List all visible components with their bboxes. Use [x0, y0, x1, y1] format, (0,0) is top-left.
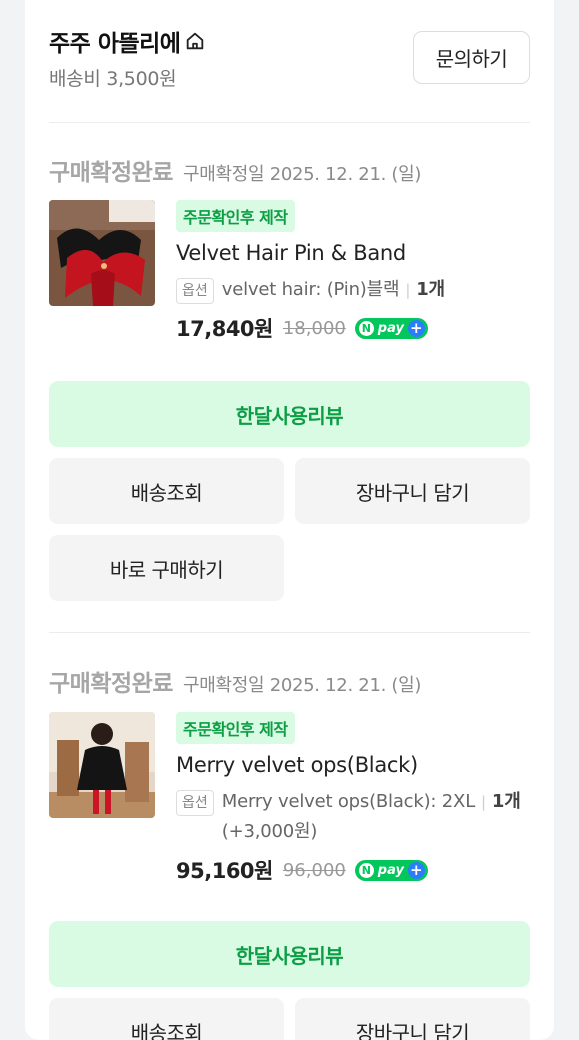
option-text: Merry velvet ops(Black): 2XL | 1개 (+3,000원): [222, 787, 530, 847]
order-item: 구매확정완료 구매확정일 2025. 12. 21. (일) 주문확인후 제작 …: [49, 664, 530, 1040]
order-item: 구매확정완료 구매확정일 2025. 12. 21. (일) 주문확인후 제작 …: [49, 153, 530, 608]
original-price: 96,000: [282, 859, 346, 881]
product-name[interactable]: Velvet Hair Pin & Band: [176, 241, 530, 265]
shipping-fee: 배송비 3,500원: [49, 68, 177, 90]
npay-n-icon: N: [358, 862, 374, 878]
made-to-order-badge: 주문확인후 제작: [176, 200, 295, 232]
option-tag: 옵션: [176, 790, 214, 816]
status-line: 구매확정완료 구매확정일 2025. 12. 21. (일): [49, 664, 421, 698]
confirm-date: 구매확정일 2025. 12. 21. (일): [182, 164, 422, 185]
option-extra-price: (+3,000원): [221, 821, 318, 842]
delivery-tracking-button[interactable]: 배송조회: [49, 458, 284, 524]
home-icon: [187, 32, 204, 50]
option-row: 옵션 velvet hair: (Pin)블랙 | 1개: [176, 275, 530, 305]
store-name-label: 주주 아뜰리에: [49, 31, 181, 57]
option-value: Merry velvet ops(Black): 2XL: [221, 791, 476, 812]
npay-plus-badge: N pay +: [354, 859, 428, 881]
monthly-review-button[interactable]: 한달사용리뷰: [49, 381, 530, 447]
product-info: 주문확인후 제작 Merry velvet ops(Black) 옵션 Merr…: [176, 712, 530, 885]
monthly-review-button[interactable]: 한달사용리뷰: [49, 921, 530, 987]
product-info: 주문확인후 제작 Velvet Hair Pin & Band 옵션 velve…: [176, 200, 530, 343]
npay-text: pay: [377, 320, 404, 336]
price-row: 95,160원 96,000 N pay +: [176, 855, 530, 885]
divider: [49, 122, 530, 123]
quantity: 1개: [416, 279, 445, 300]
delivery-tracking-button[interactable]: 배송조회: [49, 998, 284, 1040]
confirm-date: 구매확정일 2025. 12. 21. (일): [182, 675, 422, 696]
product-name[interactable]: Merry velvet ops(Black): [176, 753, 530, 777]
quantity: 1개: [491, 791, 521, 812]
npay-plus-icon: +: [407, 319, 425, 337]
option-value: velvet hair: (Pin)블랙: [221, 279, 400, 300]
npay-text: pay: [377, 862, 404, 878]
product-thumbnail[interactable]: [49, 712, 155, 818]
quantity-separator: |: [405, 281, 411, 299]
order-status: 구매확정완료: [49, 160, 173, 186]
add-to-cart-button[interactable]: 장바구니 담기: [295, 998, 530, 1040]
npay-n-icon: N: [358, 320, 374, 336]
store-header: 주주 아뜰리에 배송비 3,500원 문의하기: [49, 20, 530, 100]
inquiry-button[interactable]: 문의하기: [413, 31, 530, 84]
store-order-card: 주주 아뜰리에 배송비 3,500원 문의하기 구매확정완료 구매확정일 202…: [25, 0, 554, 1040]
product-thumbnail[interactable]: [49, 200, 155, 306]
price-row: 17,840원 18,000 N pay +: [176, 313, 530, 343]
order-status: 구매확정완료: [49, 671, 173, 697]
original-price: 18,000: [282, 317, 346, 339]
divider: [49, 632, 530, 633]
store-name[interactable]: 주주 아뜰리에: [49, 24, 206, 58]
buy-now-button[interactable]: 바로 구매하기: [49, 535, 284, 601]
add-to-cart-button[interactable]: 장바구니 담기: [295, 458, 530, 524]
made-to-order-badge: 주문확인후 제작: [176, 712, 295, 744]
quantity-separator: |: [481, 793, 486, 811]
option-tag: 옵션: [176, 278, 214, 304]
option-text: velvet hair: (Pin)블랙 | 1개: [222, 275, 530, 305]
sale-price: 17,840원: [176, 317, 273, 341]
status-line: 구매확정완료 구매확정일 2025. 12. 21. (일): [49, 153, 421, 187]
option-row: 옵션 Merry velvet ops(Black): 2XL | 1개 (+3,00…: [176, 787, 530, 847]
npay-plus-icon: +: [407, 861, 425, 879]
npay-plus-badge: N pay +: [354, 317, 428, 339]
sale-price: 95,160원: [176, 859, 273, 883]
